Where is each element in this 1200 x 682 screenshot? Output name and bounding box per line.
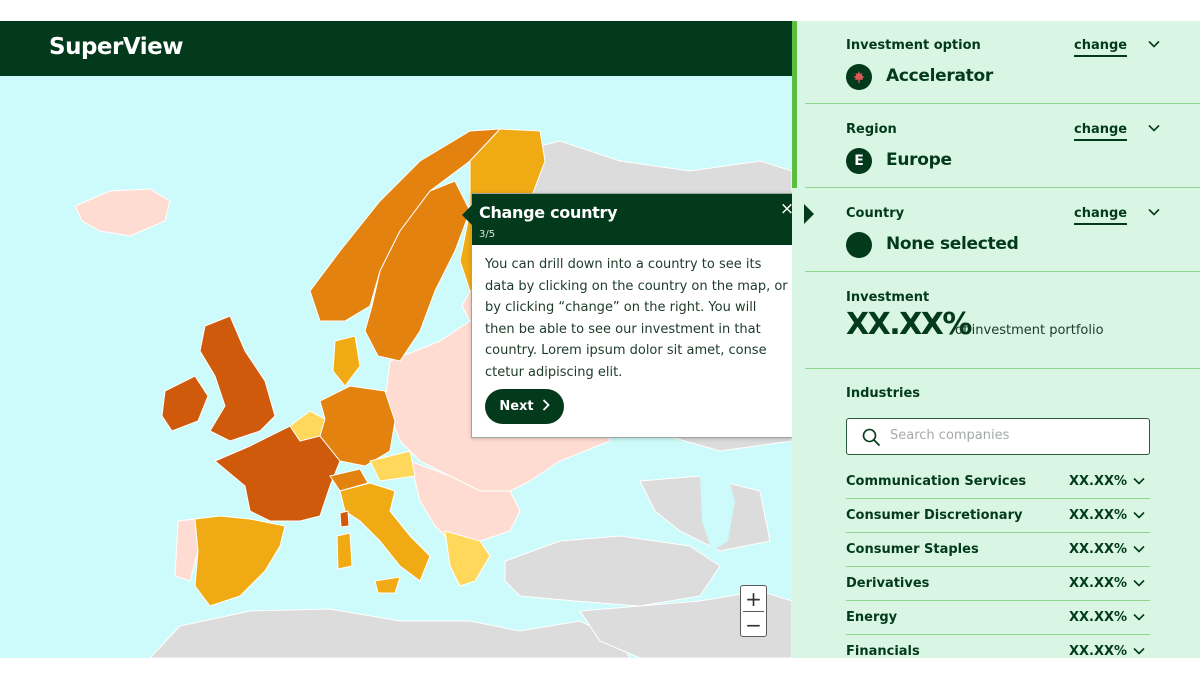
region-north-africa[interactable] [149, 608, 631, 658]
maple-leaf-icon [846, 64, 872, 90]
country-sardinia[interactable] [336, 532, 353, 570]
change-investment-option-link[interactable]: change [1074, 38, 1128, 57]
chevron-down-icon[interactable] [1133, 474, 1145, 488]
industry-name: Communication Services [846, 474, 1027, 489]
chevron-down-icon[interactable] [1133, 610, 1145, 624]
country-value: None selected [886, 234, 1019, 254]
industry-value: XX.XX% [1069, 474, 1128, 489]
industry-value: XX.XX% [1069, 576, 1128, 591]
app-header: SuperView [0, 21, 792, 76]
country-iceland[interactable] [74, 188, 171, 237]
side-panel: Investment option change Accelerator Reg… [792, 21, 1200, 658]
country-placeholder-icon [846, 232, 872, 258]
chevron-right-icon [542, 398, 550, 415]
industry-value: XX.XX% [1069, 644, 1128, 658]
chevron-down-icon[interactable] [1133, 542, 1145, 556]
investment-value: XX.XX% [846, 307, 972, 342]
chevron-down-icon[interactable] [1133, 576, 1145, 590]
country-section: Country change None selected [805, 189, 1200, 272]
industry-row[interactable]: Energy XX.XX% [846, 601, 1150, 635]
app-window: SuperView + − Change country 3/5 × You c… [0, 21, 1200, 658]
region-letter-icon: E [846, 148, 872, 174]
chevron-down-icon[interactable] [1133, 644, 1145, 658]
industries-section: Industries Search companies Communicatio… [805, 370, 1200, 658]
investment-option-value: Accelerator [886, 66, 993, 86]
region-section: Region change E Europe [805, 105, 1200, 188]
zoom-in-button[interactable]: + [741, 586, 766, 611]
country-ireland[interactable] [161, 375, 209, 432]
industry-name: Consumer Staples [846, 542, 979, 557]
industry-value: XX.XX% [1069, 508, 1128, 523]
industry-name: Energy [846, 610, 898, 625]
investment-option-label: Investment option [846, 38, 981, 53]
country-uk[interactable] [199, 315, 276, 442]
change-country-link[interactable]: change [1074, 206, 1128, 225]
map-area[interactable]: SuperView + − Change country 3/5 × You c… [0, 21, 792, 658]
chevron-down-icon[interactable] [1148, 205, 1160, 219]
black-sea [525, 476, 650, 536]
app-logo[interactable]: SuperView [49, 34, 183, 60]
chevron-down-icon[interactable] [1148, 121, 1160, 135]
region-label: Region [846, 122, 897, 137]
search-box[interactable]: Search companies [846, 418, 1150, 455]
industry-row[interactable]: Derivatives XX.XX% [846, 567, 1150, 601]
country-portugal[interactable] [174, 518, 199, 582]
zoom-out-button[interactable]: − [741, 612, 766, 637]
investment-option-section: Investment option change Accelerator [805, 21, 1200, 104]
country-italy[interactable] [339, 482, 431, 582]
next-button-label: Next [499, 399, 534, 414]
chevron-down-icon[interactable] [1133, 508, 1145, 522]
industry-row[interactable]: Consumer Staples XX.XX% [846, 533, 1150, 567]
accent-bar [792, 21, 797, 188]
country-label: Country [846, 206, 905, 221]
investment-section: Investment XX.XX% of investment portfoli… [805, 273, 1200, 369]
zoom-controls: + − [740, 585, 767, 637]
next-button[interactable]: Next [485, 389, 564, 424]
industry-name: Consumer Discretionary [846, 508, 1023, 523]
industry-value: XX.XX% [1069, 542, 1128, 557]
search-icon [862, 428, 880, 446]
tooltip-step-counter: 3/5 [479, 229, 496, 240]
search-input[interactable]: Search companies [890, 428, 1009, 443]
industry-name: Derivatives [846, 576, 930, 591]
investment-caption: of investment portfolio [955, 323, 1104, 338]
chevron-down-icon[interactable] [1148, 37, 1160, 51]
industries-label: Industries [846, 386, 921, 401]
country-sicily[interactable] [374, 576, 401, 594]
tour-tooltip: Change country 3/5 × You can drill down … [462, 193, 792, 438]
region-value: Europe [886, 150, 952, 170]
tooltip-title: Change country [479, 203, 618, 222]
industry-row[interactable]: Communication Services XX.XX% [846, 465, 1150, 499]
close-icon[interactable]: × [777, 199, 792, 219]
country-denmark[interactable] [332, 335, 361, 387]
industry-name: Financials [846, 644, 920, 658]
tooltip-header: Change country 3/5 × [472, 194, 792, 245]
industry-value: XX.XX% [1069, 610, 1128, 625]
tooltip-pointer [804, 204, 814, 224]
industry-row[interactable]: Financials XX.XX% [846, 635, 1150, 658]
tooltip-arrow [462, 205, 472, 225]
tooltip-body: You can drill down into a country to see… [485, 257, 788, 380]
change-region-link[interactable]: change [1074, 122, 1128, 141]
industry-row[interactable]: Consumer Discretionary XX.XX% [846, 499, 1150, 533]
country-corsica[interactable] [339, 510, 350, 528]
investment-label: Investment [846, 290, 930, 305]
country-turkey[interactable] [504, 535, 721, 607]
